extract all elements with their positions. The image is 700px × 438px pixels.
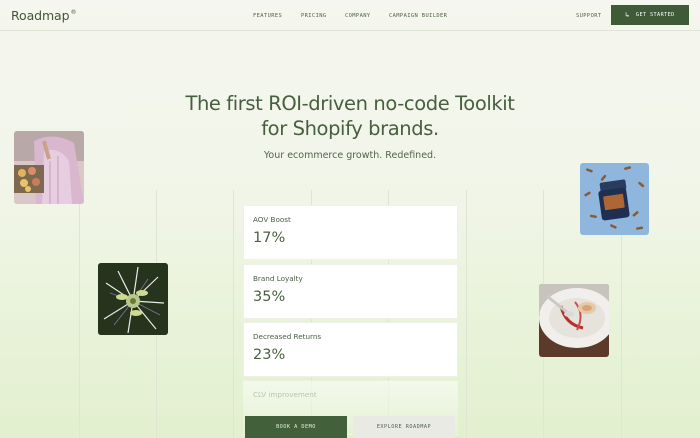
stat-value: 17% xyxy=(253,230,286,246)
stat-label: Decreased Returns xyxy=(253,332,322,341)
stat-label: Brand Loyalty xyxy=(253,274,303,283)
nav-features[interactable]: Features xyxy=(253,13,282,19)
supplement-bottle-photo xyxy=(580,163,649,235)
stat-value: 23% xyxy=(253,347,286,363)
get-started-button[interactable]: ↳ Get Started xyxy=(611,5,689,25)
arrow-icon: ↳ xyxy=(625,10,630,19)
stat-card-returns: Decreased Returns 23% xyxy=(243,322,458,377)
hero-title: The first ROI-driven no-code Toolkit for… xyxy=(150,91,550,141)
logo[interactable]: Roadmap® xyxy=(11,8,76,23)
stat-card-loyalty: Brand Loyalty 35% xyxy=(243,264,458,319)
hero-title-line2: for Shopify brands. xyxy=(261,117,439,140)
passion-flower-photo xyxy=(98,263,168,335)
stat-card-aov: AOV Boost 17% xyxy=(243,205,458,260)
get-started-label: Get Started xyxy=(635,12,675,18)
woman-serving-pastries-photo xyxy=(14,131,84,204)
plate-dessert-photo xyxy=(539,284,609,357)
logo-text[interactable]: Roadmap xyxy=(11,8,70,23)
hero-title-line1: The first ROI-driven no-code Toolkit xyxy=(185,92,515,115)
nav-support[interactable]: Support xyxy=(576,13,602,19)
grid-line xyxy=(79,190,80,438)
stat-value: 35% xyxy=(253,289,286,305)
site-header: Roadmap® Features Pricing Company Campai… xyxy=(0,0,700,31)
registered-mark: ® xyxy=(70,9,77,16)
hero-subtitle: Your ecommerce growth. Redefined. xyxy=(263,150,437,161)
stat-label: CLV improvement xyxy=(253,390,317,399)
grid-line xyxy=(466,190,467,438)
stat-label: AOV Boost xyxy=(253,215,291,224)
grid-line xyxy=(233,190,234,438)
book-demo-button[interactable]: Book a Demo xyxy=(245,416,347,438)
nav-pricing[interactable]: Pricing xyxy=(301,13,327,19)
nav-company[interactable]: Company xyxy=(345,13,371,19)
explore-roadmap-button[interactable]: Explore Roadmap xyxy=(353,416,455,438)
nav-campaign-builder[interactable]: Campaign Builder xyxy=(389,13,447,19)
